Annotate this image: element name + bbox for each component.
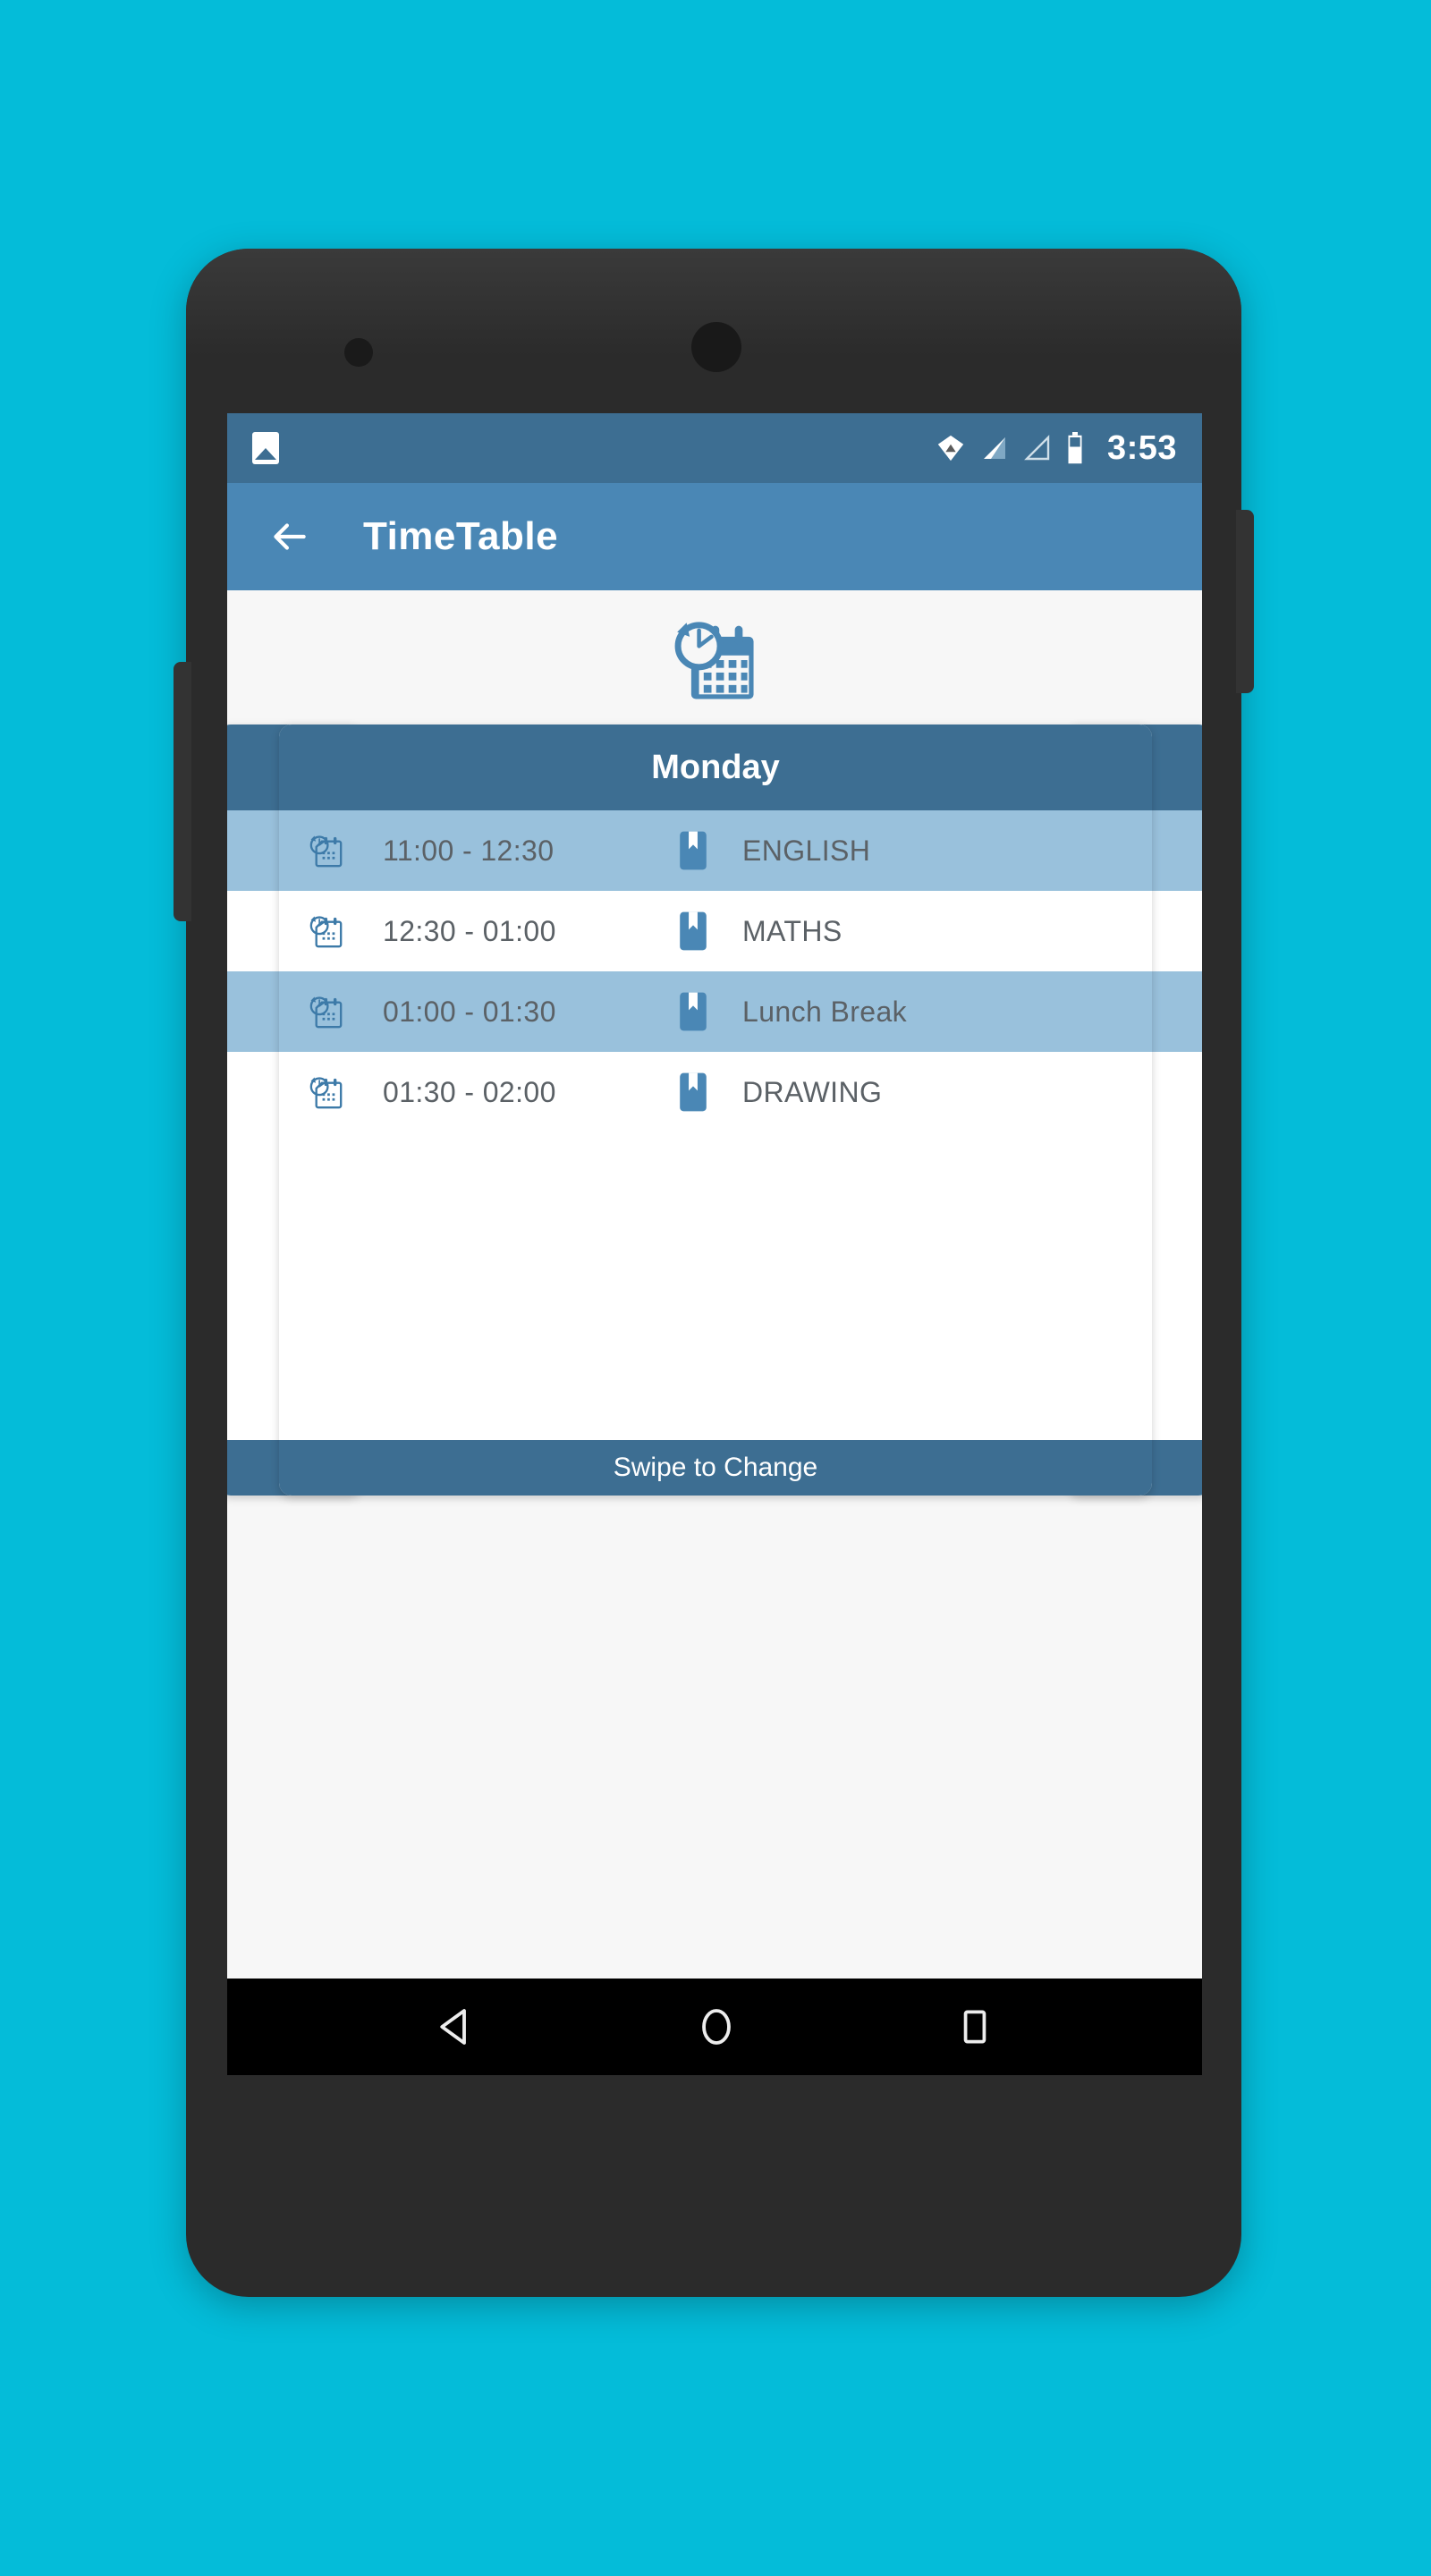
- content-area: Monday 11:00 - 12:30 ENGLISH 12:30 - 01:…: [227, 590, 1202, 1979]
- battery-icon: [1066, 432, 1084, 464]
- day-header: Monday: [279, 724, 1152, 810]
- swipe-hint-bar[interactable]: Swipe to Change: [279, 1440, 1152, 1496]
- row-subject: ENGLISH: [742, 834, 871, 867]
- row-time: 12:30 - 01:00: [383, 914, 556, 947]
- clock-calendar-icon: [306, 992, 345, 1031]
- app-bar: TimeTable: [227, 483, 1202, 590]
- signal-bars-icon: [980, 434, 1009, 462]
- timetable-list: 11:00 - 12:30 ENGLISH 12:30 - 01:00 MATH…: [279, 810, 1152, 1440]
- bookmark-icon: [678, 991, 708, 1032]
- row-subject: Lunch Break: [742, 995, 908, 1028]
- power-button[interactable]: [1236, 510, 1254, 693]
- table-row[interactable]: 12:30 - 01:00 MATHS: [279, 891, 1152, 971]
- clock-calendar-icon: [227, 590, 1202, 724]
- day-label: Monday: [651, 748, 780, 786]
- row-time: 11:00 - 12:30: [383, 834, 555, 867]
- status-bar: 3:53: [227, 413, 1202, 483]
- pager-card-current[interactable]: Monday 11:00 - 12:30 ENGLISH 12:30 - 01:…: [279, 724, 1152, 1496]
- earpiece-speaker-icon: [691, 322, 741, 372]
- nav-recents-square-icon[interactable]: [953, 2004, 997, 2049]
- android-nav-bar: [227, 1979, 1202, 2075]
- arrow-back-icon[interactable]: [267, 514, 311, 559]
- status-bar-right: 3:53: [936, 429, 1177, 468]
- row-subject: DRAWING: [742, 1075, 883, 1108]
- table-row[interactable]: 01:00 - 01:30 Lunch Break: [279, 971, 1152, 1052]
- table-row[interactable]: 01:30 - 02:00 DRAWING: [279, 1052, 1152, 1132]
- photo-icon: [252, 432, 279, 464]
- clock-calendar-icon: [306, 831, 345, 870]
- row-time: 01:00 - 01:30: [383, 995, 556, 1028]
- day-pager[interactable]: Monday 11:00 - 12:30 ENGLISH 12:30 - 01:…: [227, 724, 1202, 1496]
- table-row[interactable]: 11:00 - 12:30 ENGLISH: [279, 810, 1152, 891]
- swipe-hint-label: Swipe to Change: [613, 1453, 818, 1482]
- bookmark-icon: [678, 1072, 708, 1113]
- front-camera-icon: [344, 338, 373, 367]
- nav-home-circle-icon[interactable]: [692, 2003, 741, 2051]
- wifi-icon: [936, 433, 966, 463]
- bookmark-icon: [678, 830, 708, 871]
- bookmark-icon: [678, 911, 708, 952]
- row-subject: MATHS: [742, 914, 843, 947]
- signal-bars-empty-icon: [1023, 434, 1052, 462]
- row-time: 01:30 - 02:00: [383, 1075, 556, 1108]
- phone-screen: 3:53 TimeTable Monday 11:00 - 12:30 ENGL…: [227, 413, 1202, 2075]
- volume-button[interactable]: [174, 662, 191, 921]
- status-bar-left: [252, 432, 279, 464]
- nav-back-triangle-icon[interactable]: [432, 2003, 480, 2051]
- clock-calendar-icon: [306, 911, 345, 951]
- clock-calendar-icon: [306, 1072, 345, 1112]
- status-bar-clock: 3:53: [1106, 428, 1177, 467]
- page-title: TimeTable: [363, 514, 559, 558]
